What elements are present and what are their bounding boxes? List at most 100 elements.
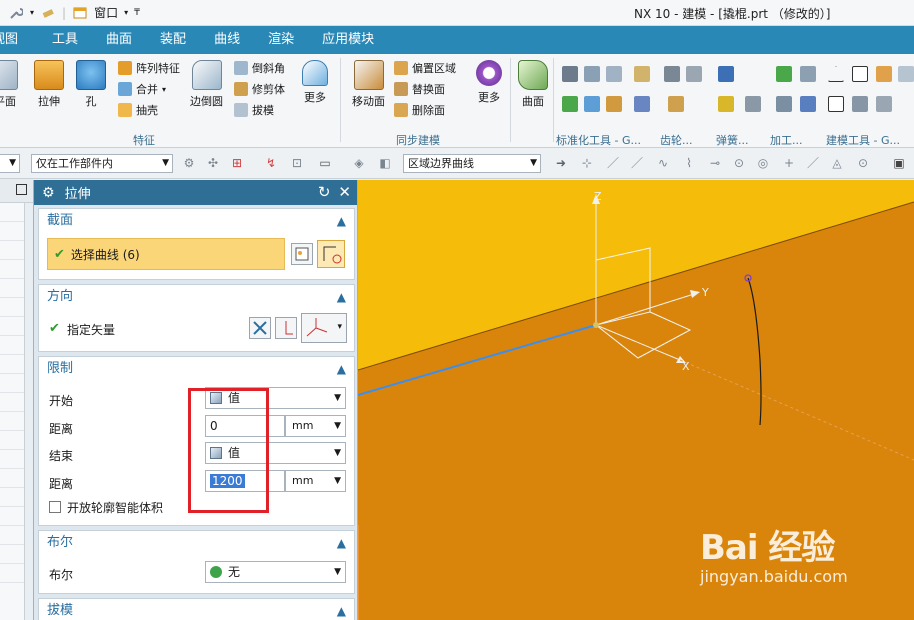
surface-button[interactable]: 曲面 (518, 60, 548, 109)
pattern-feature-button[interactable]: 阵列特征 (118, 60, 180, 76)
close-icon[interactable]: ✕ (338, 183, 351, 201)
point-snap-icon[interactable]: ⊞ (230, 156, 244, 170)
eraser-icon[interactable] (40, 5, 56, 21)
navigator-row[interactable] (0, 431, 24, 450)
spline-snap-icon[interactable]: ⌇ (682, 156, 696, 170)
navigator-row[interactable] (0, 317, 24, 336)
spring-group-label[interactable]: 弹簧... (716, 132, 749, 148)
delete-face-button[interactable]: 删除面 (394, 102, 445, 118)
select-filter-icon[interactable]: ⚙ (182, 156, 196, 170)
window-menu[interactable]: 窗口 (94, 4, 118, 21)
dropdown-arrow-icon[interactable]: ▾ (30, 8, 34, 17)
machining-tool-icon[interactable] (776, 66, 792, 82)
line-snap-icon[interactable]: ／ (630, 156, 644, 170)
machining-tool-icon[interactable] (800, 96, 816, 112)
modeling-tool-icon[interactable] (898, 66, 914, 82)
tool-icon[interactable] (562, 96, 578, 112)
snap-point-icon[interactable]: ⊹ (580, 156, 594, 170)
face-snap-icon[interactable]: ◬ (830, 156, 844, 170)
selection-scope-dropdown[interactable]: 仅在工作部件内 ▼ (31, 154, 173, 173)
feature-more-button[interactable]: 更多 (302, 60, 328, 105)
wrench-icon[interactable] (8, 5, 24, 21)
navigator-row[interactable] (0, 545, 24, 564)
spring-tool-icon[interactable] (718, 96, 734, 112)
draft-button[interactable]: 拔模 (234, 102, 274, 118)
machining-group-label[interactable]: 加工... (770, 132, 803, 148)
navigator-row[interactable] (0, 355, 24, 374)
move-face-button[interactable]: 移动面 (352, 60, 385, 109)
navigator-row[interactable] (0, 393, 24, 412)
menu-curve[interactable]: 曲线 (200, 26, 254, 54)
gear-icon[interactable]: ⚙ (42, 185, 55, 201)
window-menu-arrow-icon[interactable]: ▾ (124, 8, 128, 17)
menu-render[interactable]: 渲染 (254, 26, 308, 54)
part-navigator[interactable] (0, 203, 25, 620)
rectangle-select-icon[interactable]: ▭ (318, 156, 332, 170)
point-on-face-icon[interactable]: ⊙ (856, 156, 870, 170)
chevron-up-icon[interactable]: ▲ (337, 209, 346, 233)
type-filter-dropdown[interactable]: ▼ (0, 154, 20, 173)
menu-view[interactable]: 视图 (0, 26, 32, 54)
navigator-row[interactable] (0, 469, 24, 488)
chamfer-button[interactable]: 倒斜角 (234, 60, 285, 76)
tool-icon[interactable] (584, 66, 600, 82)
snap-icon[interactable]: ✣ (206, 156, 220, 170)
modeling-tool-icon[interactable] (876, 66, 892, 82)
navigator-row[interactable] (0, 279, 24, 298)
offset-region-button[interactable]: 偏置区域 (394, 60, 456, 76)
select-box-icon[interactable]: ⊡ (290, 156, 304, 170)
square-icon[interactable] (852, 66, 868, 82)
center-icon[interactable]: ⊙ (732, 156, 746, 170)
gear-tool-icon[interactable] (668, 96, 684, 112)
curve-rule-dropdown[interactable]: 区域边界曲线 ▼ (403, 154, 541, 173)
plus-icon[interactable]: + (782, 156, 796, 170)
menu-assembly[interactable]: 装配 (146, 26, 200, 54)
section-header[interactable]: 截面 ▲ (39, 209, 354, 233)
reverse-direction-button[interactable] (249, 317, 271, 339)
tool-icon[interactable] (606, 96, 622, 112)
navigator-row[interactable] (0, 488, 24, 507)
select-curve-row[interactable]: ✔ 选择曲线 (6) (47, 238, 285, 270)
vector-dialog-button[interactable] (275, 317, 297, 339)
customize-arrow-icon[interactable]: ₸ (134, 8, 140, 18)
body-filter-icon[interactable]: ◈ (352, 156, 366, 170)
midpoint-icon[interactable]: ⊸ (708, 156, 722, 170)
quadrant-icon[interactable]: ◎ (756, 156, 770, 170)
end-unit-dropdown[interactable]: mm ▼ (285, 470, 346, 492)
extrude-button[interactable]: 拉伸 (34, 60, 64, 109)
navigator-row[interactable] (0, 203, 24, 222)
direction-header[interactable]: 方向 ▲ (39, 285, 354, 309)
standard-tools-group-label[interactable]: 标准化工具 - G... (556, 132, 641, 148)
spring-tool-icon[interactable] (745, 96, 761, 112)
limits-header[interactable]: 限制 ▲ (39, 357, 354, 381)
boolean-dropdown[interactable]: 无 ▼ (205, 561, 346, 583)
tool-icon[interactable] (584, 96, 600, 112)
boolean-header[interactable]: 布尔 ▲ (39, 531, 354, 555)
navigator-row[interactable] (0, 507, 24, 526)
chevron-up-icon[interactable]: ▲ (337, 531, 346, 555)
navigator-row[interactable] (0, 412, 24, 431)
open-profile-checkbox[interactable] (49, 501, 61, 513)
start-unit-dropdown[interactable]: mm ▼ (285, 415, 346, 437)
replace-face-button[interactable]: 替换面 (394, 81, 445, 97)
menu-surface[interactable]: 曲面 (92, 26, 146, 54)
tool-icon[interactable] (634, 66, 650, 82)
gear-tool-icon[interactable] (664, 66, 680, 82)
arrow-right-icon[interactable]: ➜ (554, 156, 568, 170)
chevron-up-icon[interactable]: ▲ (337, 285, 346, 309)
sync-more-button[interactable]: 更多 (476, 60, 502, 105)
navigator-row[interactable] (0, 298, 24, 317)
hole-button[interactable]: 孔 (76, 60, 106, 109)
cursor-icon[interactable]: ↯ (264, 156, 278, 170)
spring-tool-icon[interactable] (718, 66, 734, 82)
curve-snap-icon[interactable]: ∿ (656, 156, 670, 170)
view-icon[interactable]: ▣ (892, 156, 906, 170)
edge-blend-button[interactable]: 边倒圆 (190, 60, 223, 109)
navigator-row[interactable] (0, 450, 24, 469)
gear-group-label[interactable]: 齿轮... (660, 132, 693, 148)
tool-icon[interactable] (634, 96, 650, 112)
modeling-tool-icon[interactable] (876, 96, 892, 112)
trim-body-button[interactable]: 修剪体 (234, 81, 285, 97)
unite-button[interactable]: 合并 ▾ (118, 81, 166, 97)
draft-header[interactable]: 拔模 ▲ (39, 599, 354, 620)
